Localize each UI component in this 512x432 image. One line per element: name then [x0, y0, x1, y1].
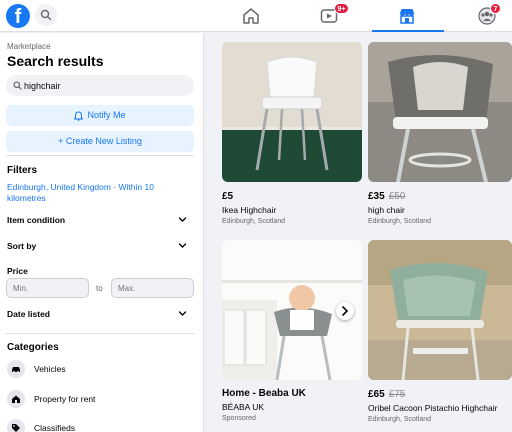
page-title: Search results [7, 53, 104, 69]
chevron-down-icon [178, 217, 187, 222]
item-condition-filter[interactable]: Item condition [7, 215, 191, 225]
price-max-input[interactable] [111, 278, 194, 298]
create-listing-button[interactable]: + Create New Listing [6, 131, 194, 152]
listing-location: Edinburgh, Scotland [222, 218, 286, 225]
home-icon [243, 8, 259, 24]
nav-home-tab[interactable] [216, 0, 288, 32]
listing-photo[interactable] [368, 240, 512, 380]
listing-title: BÉABA UK [222, 402, 265, 412]
price-label: Price [7, 266, 28, 276]
listing-location: Edinburgh, Scotland [368, 218, 432, 225]
groups-badge: 7 [490, 3, 501, 14]
date-listed-filter[interactable]: Date listed [7, 309, 191, 319]
divider [6, 155, 194, 156]
listing-title: Ikea Highchair [222, 205, 277, 215]
notify-me-button[interactable]: Notify Me [6, 105, 194, 126]
listing-photo[interactable] [222, 42, 362, 182]
listing-title: high chair [368, 205, 405, 215]
price-min-input[interactable] [6, 278, 89, 298]
search-input[interactable] [24, 78, 184, 93]
watch-badge: 9+ [334, 3, 349, 14]
price-current: Home - Beaba UK [222, 388, 306, 399]
listing-price: Home - Beaba UK [222, 388, 306, 399]
chevron-down-icon [178, 243, 187, 248]
listing-price: £5 [222, 191, 233, 202]
listings-grid: £5 Ikea Highchair Edinburgh, Scotland £3… [205, 33, 512, 432]
price-to-label: to [96, 284, 103, 293]
chevron-down-icon [178, 311, 187, 316]
marketplace-sidebar: Marketplace Search results Notify Me + C… [0, 33, 204, 432]
categories-heading: Categories [7, 342, 59, 353]
category-label: Property for rent [34, 394, 96, 404]
category-vehicles[interactable]: Vehicles [7, 360, 191, 380]
carousel-next-button[interactable] [336, 302, 354, 320]
category-label: Vehicles [34, 364, 66, 374]
search-bar[interactable] [6, 75, 194, 96]
listing-title: Oribel Cacoon Pistachio Highchair [368, 403, 498, 413]
price-current: £5 [222, 191, 234, 202]
price-original: £75 [388, 389, 406, 400]
chevron-right-icon [342, 306, 349, 316]
nav-marketplace-tab[interactable] [372, 0, 444, 32]
category-label: Classifieds [34, 423, 76, 432]
breadcrumb[interactable]: Marketplace [7, 42, 51, 51]
price-current: £65 [368, 389, 385, 400]
sort-by-filter[interactable]: Sort by [7, 241, 191, 251]
house-icon [7, 390, 25, 408]
bell-icon [74, 111, 84, 121]
sponsored-label: Sponsored [222, 415, 256, 422]
tag-icon [7, 419, 25, 432]
sort-by-label: Sort by [7, 241, 37, 251]
category-property-for-rent[interactable]: Property for rent [7, 390, 191, 410]
marketplace-icon [400, 9, 414, 24]
car-icon [7, 360, 25, 378]
price-current: £35 [368, 191, 385, 202]
nav-groups-tab[interactable]: 7 [452, 0, 512, 32]
divider [6, 333, 194, 334]
listing-location: Edinburgh, Scotland [368, 416, 432, 423]
search-icon [13, 81, 22, 90]
filters-heading: Filters [7, 165, 38, 176]
price-original: £50 [388, 191, 406, 202]
facebook-logo[interactable]: f [6, 4, 30, 28]
search-icon[interactable] [35, 4, 57, 26]
top-navigation-bar: f 9+ 7 [0, 0, 512, 32]
category-classifieds[interactable]: Classifieds [7, 419, 191, 432]
notify-me-label: Notify Me [87, 110, 126, 120]
listing-photo[interactable] [368, 42, 512, 182]
location-filter-link[interactable]: Edinburgh, United Kingdom · Within 10 ki… [7, 182, 167, 204]
listing-price: £35 £50 [368, 191, 405, 202]
create-listing-label: + Create New Listing [58, 136, 142, 146]
date-listed-label: Date listed [7, 309, 50, 319]
item-condition-label: Item condition [7, 215, 66, 225]
nav-watch-tab[interactable]: 9+ [294, 0, 366, 32]
listing-price: £65 £75 [368, 389, 405, 400]
